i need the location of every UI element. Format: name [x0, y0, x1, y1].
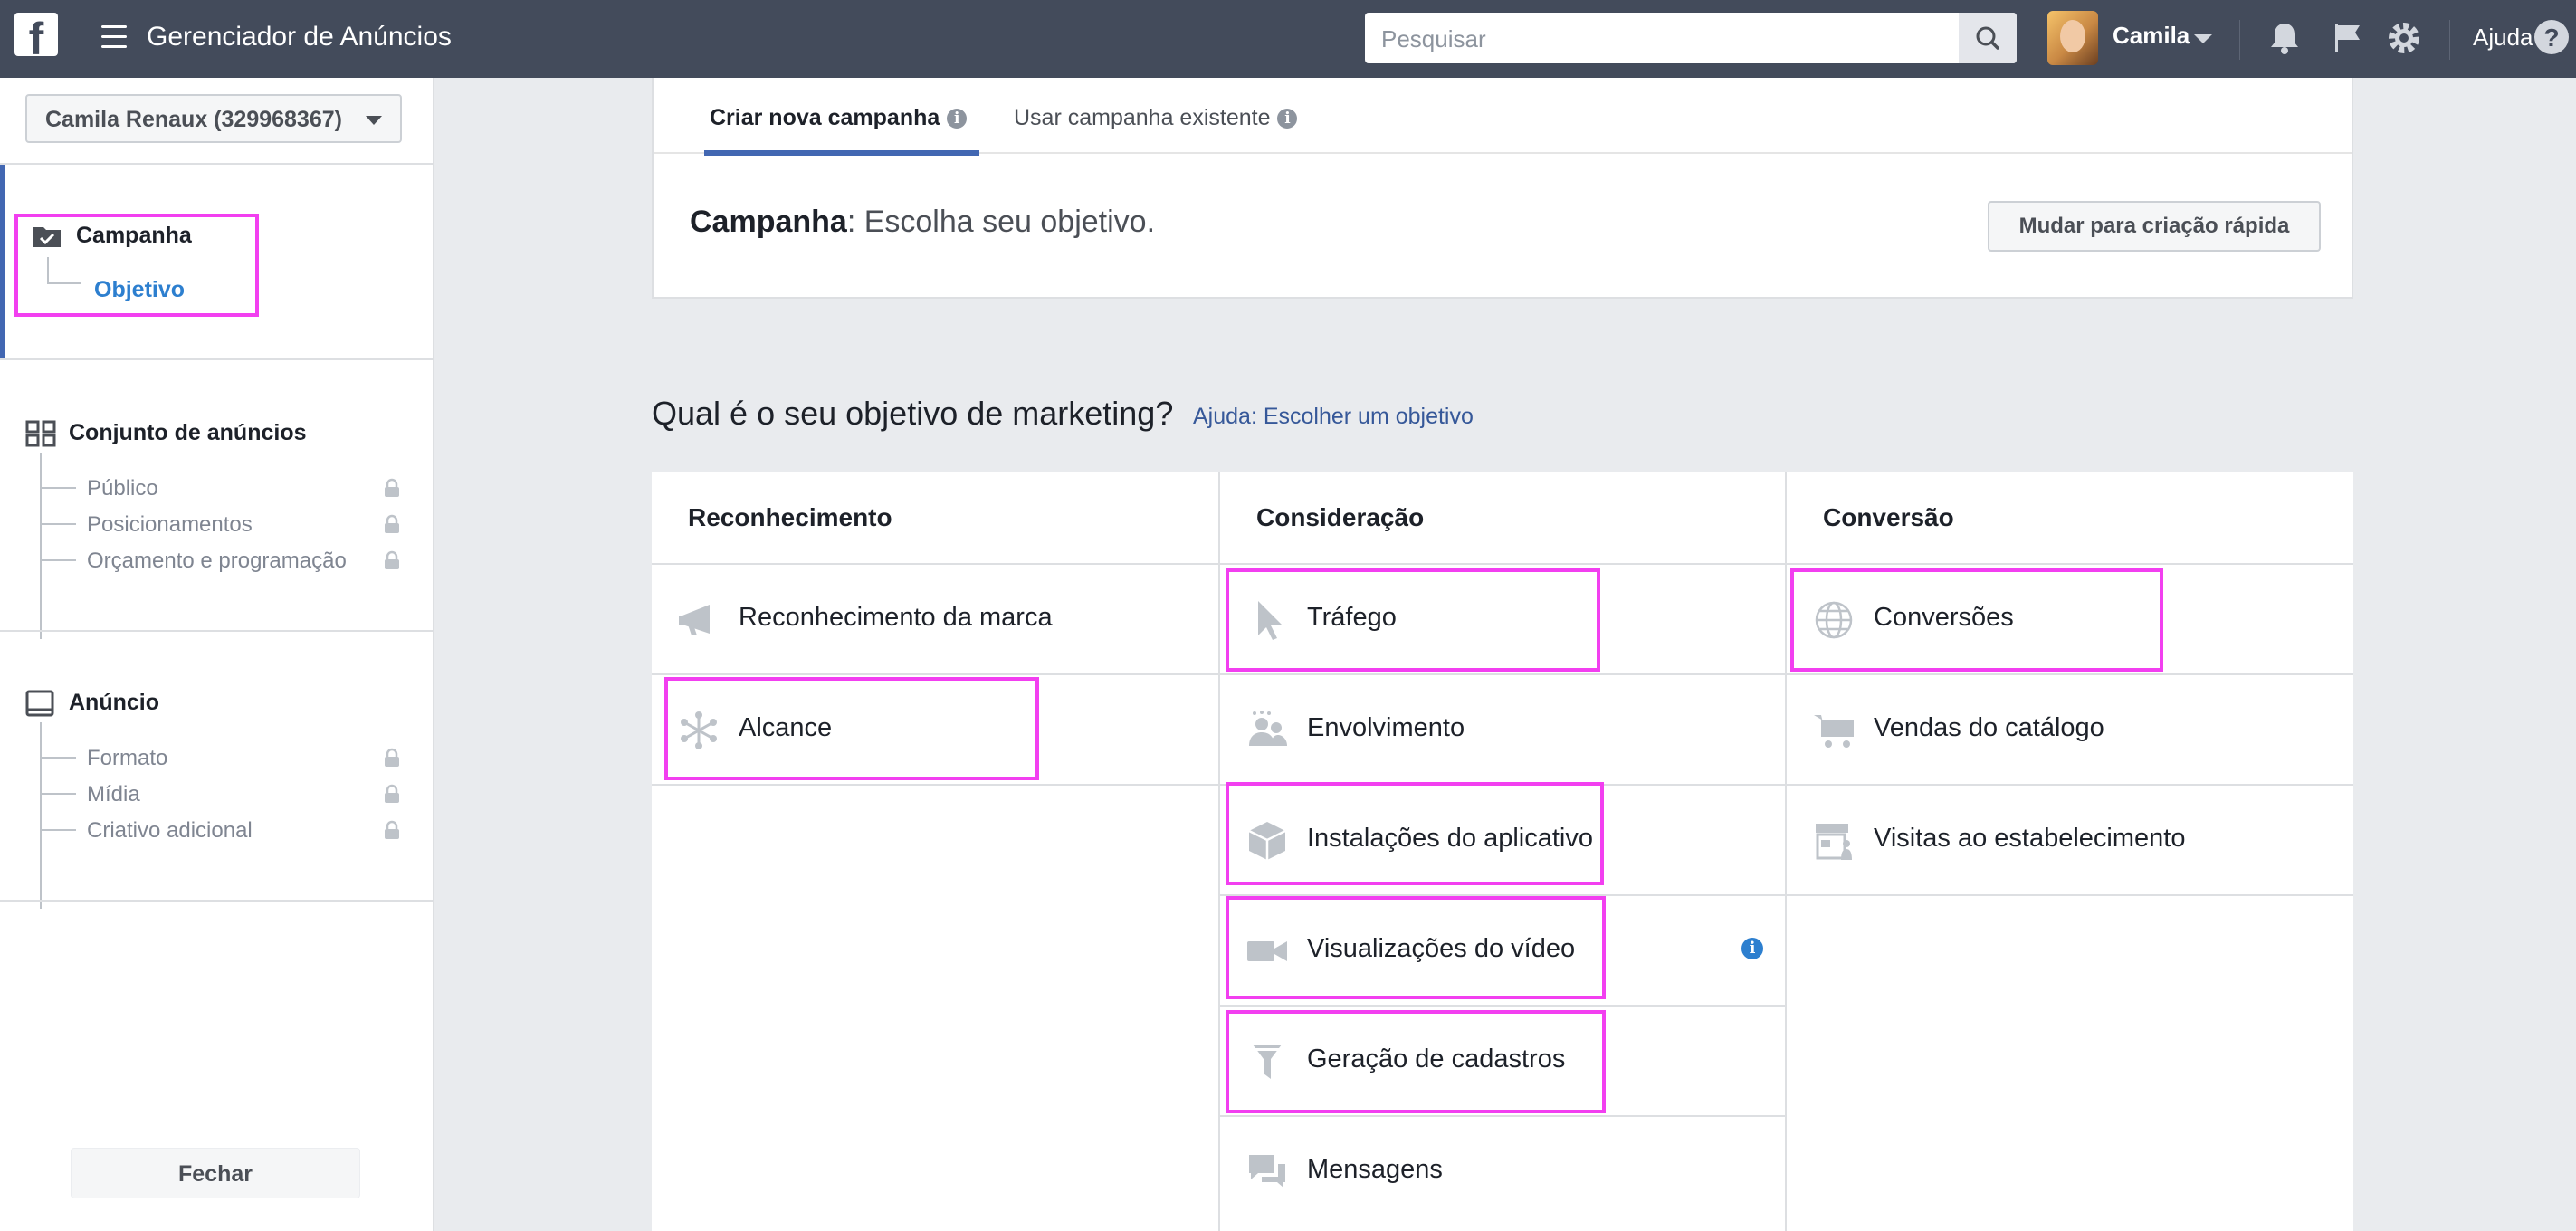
objective-catalog-sales[interactable]: Vendas do catálogo: [1787, 675, 2353, 784]
active-section-indicator: [0, 165, 5, 360]
campaign-label: Campanha: [690, 205, 847, 239]
highlight-box: [664, 677, 1039, 780]
objectives-grid: Reconhecimento Reconhecimento da marca A…: [652, 472, 2353, 1231]
objective-engagement[interactable]: Envolvimento: [1220, 675, 1787, 784]
objective-messages[interactable]: Mensagens: [1220, 1117, 1787, 1226]
divider: [652, 784, 1218, 786]
account-selector-dropdown[interactable]: Camila Renaux (329968367): [25, 94, 402, 143]
info-icon[interactable]: i: [1277, 109, 1298, 129]
tab-use-existing-campaign[interactable]: Usar campanha existente i: [1014, 105, 1298, 131]
campaign-subtitle: : Escolha seu objetivo.: [846, 205, 1156, 239]
info-icon[interactable]: i: [1741, 938, 1763, 959]
divider: [0, 900, 433, 902]
chat-bubbles-icon: [1249, 1155, 1285, 1188]
divider: [0, 358, 433, 360]
divider: [2239, 20, 2240, 60]
marketing-objective-question: Qual é o seu objetivo de marketing?: [652, 395, 1174, 432]
tree-line: [40, 793, 76, 795]
campaign-panel: Criar nova campanha i Usar campanha exist…: [652, 78, 2353, 299]
help-link[interactable]: Ajuda: [2473, 24, 2533, 52]
people-icon: [1249, 711, 1287, 746]
sidebar-item-media[interactable]: Mídia: [87, 782, 140, 807]
notifications-bell-icon[interactable]: [2265, 18, 2304, 58]
info-icon[interactable]: i: [947, 109, 968, 129]
search-button[interactable]: [1959, 13, 2017, 63]
tree-line: [40, 487, 76, 489]
tree-line: [40, 757, 76, 759]
active-tab-indicator: [704, 150, 979, 156]
divider: [2449, 20, 2450, 60]
gear-icon[interactable]: [2384, 18, 2424, 58]
divider: [0, 163, 433, 165]
lock-icon: [385, 748, 399, 767]
objective-label: Mensagens: [1307, 1155, 1443, 1184]
highlight-box: [1226, 896, 1606, 999]
lock-icon: [385, 784, 399, 803]
megaphone-icon: [679, 605, 710, 635]
lock-icon: [385, 514, 399, 533]
close-button[interactable]: Fechar: [71, 1148, 360, 1198]
account-name: Camila Renaux (329968367): [45, 107, 342, 132]
sidebar-item-audience[interactable]: Público: [87, 476, 158, 501]
highlight-box: [14, 214, 259, 317]
objective-brand-awareness[interactable]: Reconhecimento da marca: [652, 565, 1218, 673]
top-navigation-bar: f Gerenciador de Anúncios Camila Ajuda ?: [0, 0, 2576, 78]
objective-store-visits[interactable]: Visitas ao estabelecimento: [1787, 786, 2353, 894]
tree-line: [40, 559, 76, 561]
chevron-down-icon: [366, 116, 382, 125]
shopping-cart-icon: [1814, 715, 1854, 748]
ad-set-grid-icon: [25, 420, 56, 447]
search-icon: [1976, 26, 1999, 50]
tab-create-new-campaign[interactable]: Criar nova campanha i: [710, 105, 968, 131]
username[interactable]: Camila: [2113, 22, 2190, 50]
lock-icon: [385, 820, 399, 839]
tree-line: [40, 453, 42, 639]
search-box: [1365, 13, 2017, 63]
highlight-box: [1226, 1010, 1606, 1113]
tab-label: Criar nova campanha: [710, 105, 940, 130]
lock-icon: [385, 478, 399, 497]
sidebar-item-ad[interactable]: Anúncio: [69, 690, 159, 716]
help-choose-objective-link[interactable]: Ajuda: Escolher um objetivo: [1193, 404, 1474, 430]
divider: [0, 630, 433, 632]
help-icon[interactable]: ?: [2534, 20, 2569, 54]
objective-label: Vendas do catálogo: [1874, 713, 2104, 742]
chevron-down-icon[interactable]: [2194, 34, 2212, 43]
column-awareness: Reconhecimento Reconhecimento da marca A…: [652, 472, 1218, 1231]
column-title: Consideração: [1256, 503, 1425, 531]
sidebar-item-budget-schedule[interactable]: Orçamento e programação: [87, 549, 347, 574]
tree-line: [40, 722, 42, 909]
highlight-box: [1226, 782, 1604, 885]
sidebar-item-ad-set[interactable]: Conjunto de anúncios: [69, 420, 307, 446]
campaign-heading: Campanha: Escolha seu objetivo.: [690, 205, 1155, 240]
app-title[interactable]: Gerenciador de Anúncios: [147, 22, 452, 52]
highlight-box: [1226, 568, 1600, 672]
highlight-box: [1790, 568, 2163, 672]
divider: [1787, 894, 2353, 896]
tab-label: Usar campanha existente: [1014, 105, 1271, 130]
flag-icon[interactable]: [2328, 18, 2368, 58]
hamburger-menu-icon[interactable]: [101, 25, 127, 49]
avatar[interactable]: [2047, 11, 2098, 65]
lock-icon: [385, 550, 399, 569]
search-input[interactable]: [1379, 13, 1944, 63]
column-title: Conversão: [1823, 503, 1954, 531]
tree-line: [40, 829, 76, 831]
tree-line: [40, 523, 76, 525]
objective-label: Envolvimento: [1307, 713, 1465, 742]
sidebar-item-format[interactable]: Formato: [87, 746, 167, 771]
sidebar-item-additional-creative[interactable]: Criativo adicional: [87, 818, 253, 844]
objective-label: Visitas ao estabelecimento: [1874, 824, 2186, 853]
facebook-logo-icon[interactable]: f: [14, 13, 58, 56]
objective-label: Reconhecimento da marca: [739, 603, 1053, 632]
sidebar-item-placements[interactable]: Posicionamentos: [87, 512, 253, 538]
store-icon: [1816, 824, 1852, 860]
sidebar: Camila Renaux (329968367) Campanha Objet…: [0, 78, 434, 1231]
ad-monitor-icon: [25, 690, 54, 717]
column-title: Reconhecimento: [688, 503, 892, 531]
switch-quick-creation-button[interactable]: Mudar para criação rápida: [1988, 201, 2321, 252]
